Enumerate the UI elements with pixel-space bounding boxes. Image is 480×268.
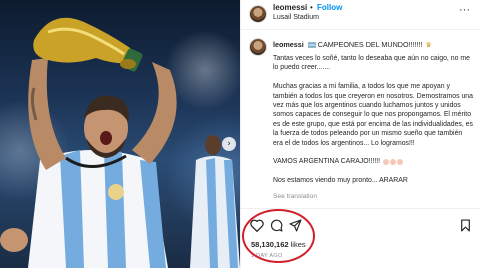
- world-cup-trophy: [33, 17, 143, 72]
- next-photo-arrow-icon[interactable]: ›: [222, 137, 236, 151]
- highlight-circle: [242, 209, 315, 263]
- argentina-flag-icon: [307, 42, 316, 49]
- caption-body: Tantas veces lo soñé, tanto lo deseaba q…: [273, 54, 473, 201]
- caption-headline-text: CAMPEONES DEL MUNDO!!!!!!!: [317, 40, 423, 49]
- player-head: [84, 95, 129, 158]
- caption-avatar[interactable]: [249, 38, 267, 56]
- caption-section: leomessi CAMPEONES DEL MUNDO!!!!!!! ♛ Ta…: [241, 30, 480, 208]
- caption-paragraph: VAMOS ARGENTINA CARAJO!!!!!!: [273, 157, 473, 166]
- caption-paragraph: Nos estamos viendo muy pronto... ARARAR: [273, 177, 408, 185]
- post-panel: leomessi • Follow Lusail Stadium ··· leo…: [240, 0, 480, 268]
- caption-username[interactable]: leomessi: [273, 40, 304, 49]
- caption-headline: leomessi CAMPEONES DEL MUNDO!!!!!!! ♛: [273, 40, 432, 49]
- caption-paragraph-text: VAMOS ARGENTINA CARAJO!!!!!!: [273, 158, 381, 166]
- follow-button[interactable]: Follow: [317, 3, 342, 12]
- avatar[interactable]: [249, 5, 267, 23]
- post-photo[interactable]: ›: [0, 0, 240, 268]
- clap-emoji-icon: [390, 158, 397, 165]
- post-header: leomessi • Follow Lusail Stadium ···: [241, 0, 480, 30]
- right-arm: [132, 62, 177, 164]
- see-translation-link[interactable]: See translation: [273, 192, 473, 201]
- caption-paragraph: Muchas gracias a mi familia, a todos los…: [273, 83, 473, 147]
- username-link[interactable]: leomessi: [273, 3, 307, 12]
- background-player: [190, 135, 240, 268]
- location-link[interactable]: Lusail Stadium: [273, 14, 319, 21]
- messi-trophy-illustration: [0, 17, 240, 268]
- trophy-icon: ♛: [425, 42, 432, 49]
- fan-hand: [0, 228, 28, 252]
- more-options-icon[interactable]: ···: [459, 4, 470, 16]
- separator-dot: •: [310, 3, 313, 12]
- clap-emoji-icon: [383, 158, 390, 165]
- bookmark-icon[interactable]: [460, 219, 471, 232]
- clap-emoji-icon: [397, 158, 404, 165]
- action-bar: 58,130,162 likes 1 DAY AGO: [241, 208, 480, 268]
- caption-paragraph: Tantas veces lo soñé, tanto lo deseaba q…: [273, 55, 470, 72]
